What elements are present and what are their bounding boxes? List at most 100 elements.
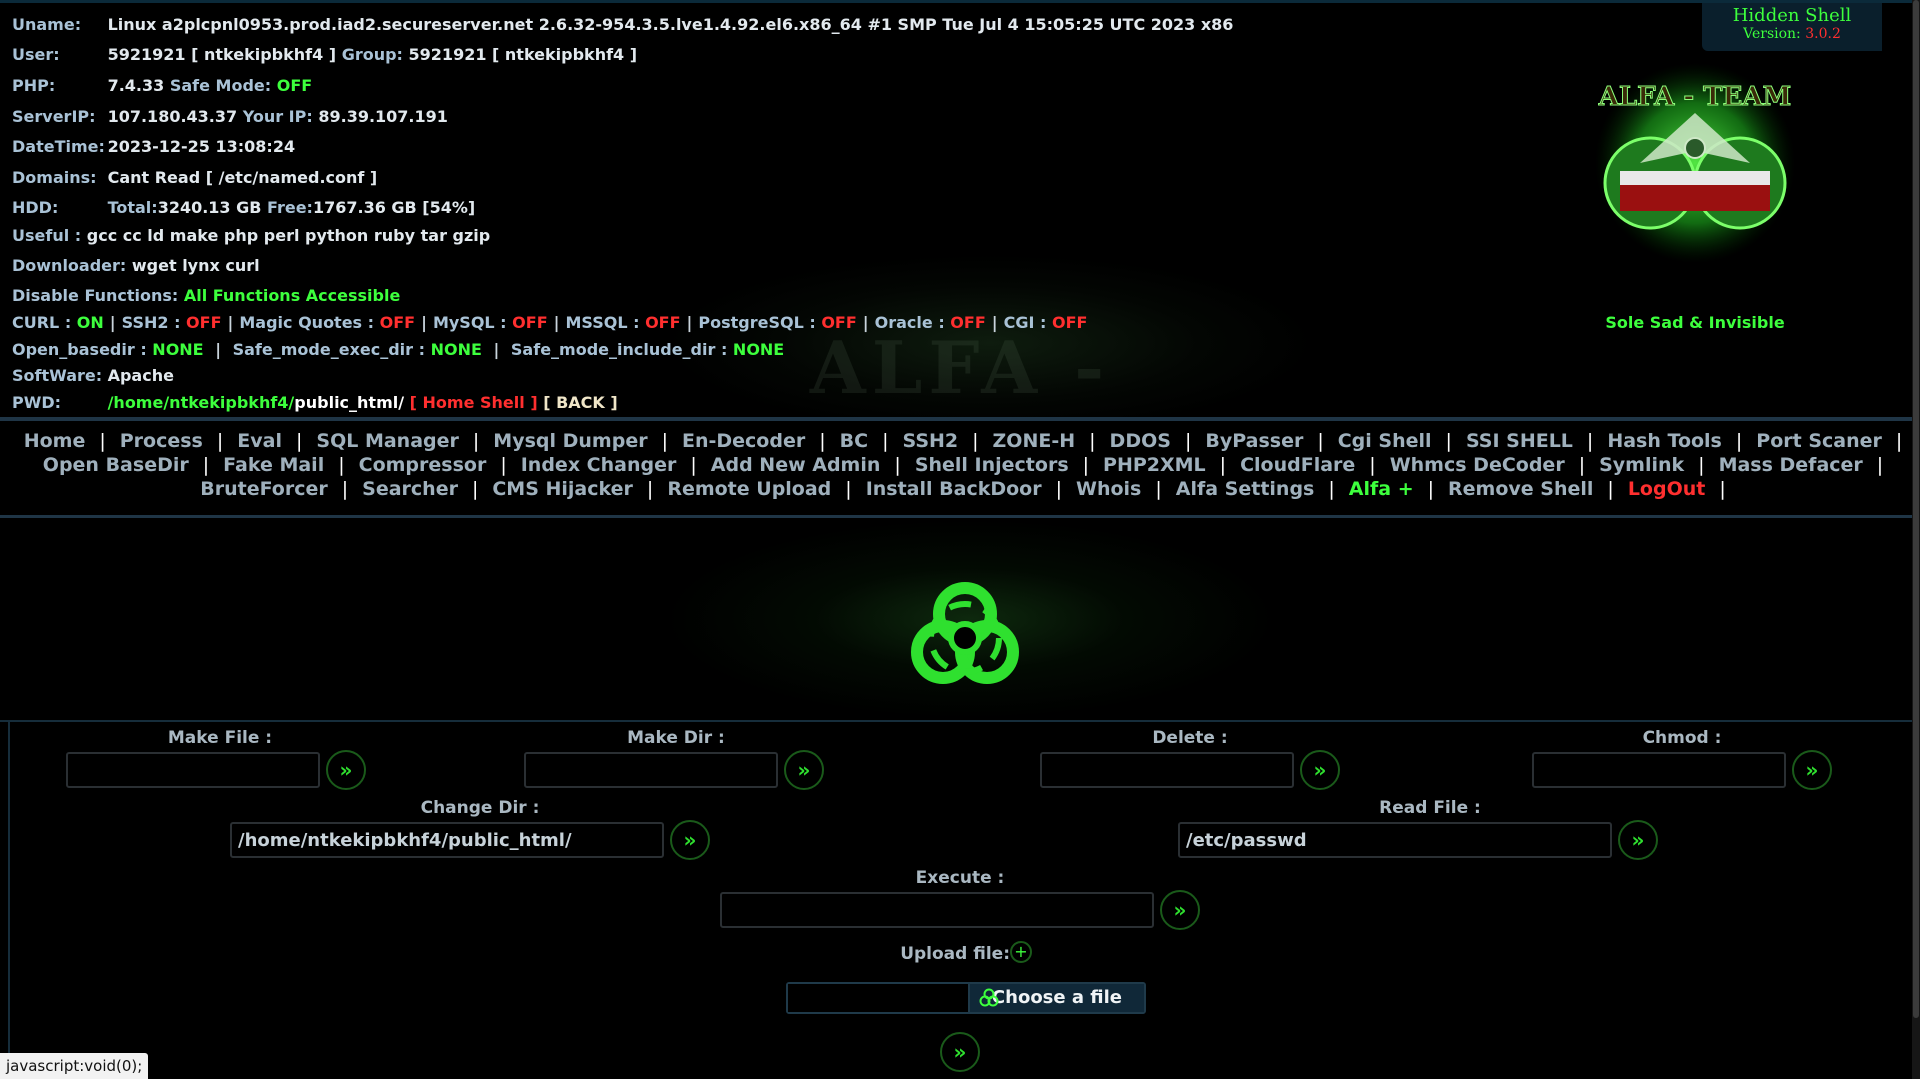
menu-item-sql-manager[interactable]: SQL Manager (302, 430, 473, 452)
version-box: Hidden Shell Version: 3.0.2 (1702, 3, 1882, 51)
flag-name: PostgreSQL (698, 313, 804, 332)
menu-item-cloudflare[interactable]: CloudFlare (1226, 454, 1369, 476)
yourip-value: 89.39.107.191 (318, 107, 448, 126)
execute-label: Execute : (915, 868, 1005, 888)
file-path-field[interactable] (788, 984, 970, 1012)
menu-item-process[interactable]: Process (106, 430, 217, 452)
back-link[interactable]: [ BACK ] (543, 393, 617, 412)
shell-page: ALFA - TEAM Uname: Linux a2plcpnl0953.pr… (0, 0, 1920, 1079)
menu-item-open-basedir[interactable]: Open BaseDir (29, 454, 203, 476)
group-value: 5921921 [ ntkekipbkhf4 ] (408, 45, 638, 64)
upload-go-button[interactable]: » (940, 1032, 980, 1072)
make-file-input[interactable] (66, 752, 320, 788)
menu-item-shell-injectors[interactable]: Shell Injectors (901, 454, 1083, 476)
menu-item-mysql-dumper[interactable]: Mysql Dumper (479, 430, 661, 452)
menu-item-install-backdoor[interactable]: Install BackDoor (852, 478, 1056, 500)
menu-item-ssi-shell[interactable]: SSI SHELL (1452, 430, 1587, 452)
chmod-go-button[interactable]: » (1792, 750, 1832, 790)
flag-value: OFF (645, 313, 681, 332)
user-label: User: (12, 45, 60, 64)
menu-item-symlink[interactable]: Symlink (1585, 454, 1698, 476)
menu-item-whois[interactable]: Whois (1062, 478, 1155, 500)
file-chooser[interactable]: Choose a file (786, 982, 1146, 1014)
version-line: Version: 3.0.2 (1702, 26, 1882, 42)
domains-row: Domains: Cant Read [ /etc/named.conf ] (12, 168, 377, 187)
menu-item-whmcs-decoder[interactable]: Whmcs DeCoder (1376, 454, 1579, 476)
home-shell-link[interactable]: [ Home Shell ] (410, 393, 538, 412)
tools-panel: Make File : » Make Dir : » Delete : » Ch… (8, 722, 1914, 1079)
flag-value: OFF (186, 313, 222, 332)
pwd-path-link[interactable]: /home/ntkekipbkhf4/ (108, 393, 295, 412)
add-upload-button[interactable]: + (1010, 941, 1032, 963)
logo-red-band (1620, 185, 1770, 211)
make-dir-go-button[interactable]: » (784, 750, 824, 790)
menu-item-bypasser[interactable]: ByPasser (1191, 430, 1317, 452)
main-menu: Home | Process | Eval | SQL Manager | Mysql Dump… (0, 417, 1912, 519)
menu-item-port-scaner[interactable]: Port Scaner (1742, 430, 1896, 452)
change-dir-go-button[interactable]: » (670, 820, 710, 860)
delete-go-button[interactable]: » (1300, 750, 1340, 790)
menu-item-mass-defacer[interactable]: Mass Defacer (1705, 454, 1877, 476)
basedir-row: Open_basedir : NONE | Safe_mode_exec_dir… (12, 340, 785, 359)
menu-item-hash-tools[interactable]: Hash Tools (1593, 430, 1736, 452)
menu-item-compressor[interactable]: Compressor (345, 454, 501, 476)
datetime-value: 2023-12-25 13:08:24 (107, 137, 296, 156)
pwd-current-dir[interactable]: public_html/ (294, 393, 404, 412)
menu-item-remote-upload[interactable]: Remote Upload (653, 478, 845, 500)
choose-file-label: Choose a file (991, 987, 1122, 1008)
chmod-input[interactable] (1532, 752, 1786, 788)
version-value: 3.0.2 (1805, 26, 1841, 42)
execute-input[interactable] (720, 892, 1154, 928)
menu-item-cgi-shell[interactable]: Cgi Shell (1324, 430, 1446, 452)
hdd-total-label: Total: (107, 198, 158, 217)
menu-item-remove-shell[interactable]: Remove Shell (1434, 478, 1607, 500)
extension-flags-row: CURL : ON | SSH2 : OFF | Magic Quotes : OFF |… (12, 313, 1088, 332)
menu-item-ssh2[interactable]: SSH2 (888, 430, 972, 452)
hdd-free-value: 1767.36 GB [54%] (312, 198, 476, 217)
hdd-free-label: Free: (267, 198, 313, 217)
change-dir-input[interactable] (230, 822, 664, 858)
flag-name: MSSQL (565, 313, 628, 332)
menu-item-zone-h[interactable]: ZONE-H (979, 430, 1090, 452)
menu-item-eval[interactable]: Eval (223, 430, 296, 452)
vertical-scrollbar[interactable] (1912, 0, 1920, 1079)
menu-item-alfa-settings[interactable]: Alfa Settings (1162, 478, 1329, 500)
software-label: SoftWare: (12, 366, 103, 385)
menu-item-logout[interactable]: LogOut (1614, 478, 1720, 500)
status-bar: javascript:void(0); (0, 1053, 149, 1079)
menu-item-en-decoder[interactable]: En-Decoder (668, 430, 819, 452)
menu-item-searcher[interactable]: Searcher (348, 478, 472, 500)
exec-dir-value: NONE (430, 340, 482, 359)
menu-separator: | (1317, 430, 1324, 452)
execute-go-button[interactable]: » (1160, 890, 1200, 930)
menu-item-ddos[interactable]: DDOS (1096, 430, 1185, 452)
downloader-value: wget lynx curl (131, 256, 260, 275)
choose-file-button[interactable]: Choose a file (970, 984, 1144, 1012)
delete-input[interactable] (1040, 752, 1294, 788)
menu-separator: | (1089, 430, 1096, 452)
menu-item-bc[interactable]: BC (826, 430, 882, 452)
read-file-input[interactable] (1178, 822, 1612, 858)
menu-item-fake-mail[interactable]: Fake Mail (209, 454, 338, 476)
datetime-row: DateTime: 2023-12-25 13:08:24 (12, 137, 295, 156)
menu-item-alfa[interactable]: Alfa + (1335, 478, 1428, 500)
safe-mode-value: OFF (276, 76, 313, 95)
menu-separator: | (972, 430, 979, 452)
useful-label: Useful : (12, 226, 82, 245)
flag-value: OFF (950, 313, 986, 332)
software-value: Apache (107, 366, 174, 385)
make-file-go-button[interactable]: » (326, 750, 366, 790)
menu-item-home[interactable]: Home (10, 430, 100, 452)
menu-item-bruteforcer[interactable]: BruteForcer (186, 478, 342, 500)
menu-item-php2xml[interactable]: PHP2XML (1089, 454, 1220, 476)
menu-item-index-changer[interactable]: Index Changer (507, 454, 691, 476)
php-version: 7.4.33 (107, 76, 165, 95)
menu-item-cms-hijacker[interactable]: CMS Hijacker (478, 478, 647, 500)
menu-item-add-new-admin[interactable]: Add New Admin (697, 454, 895, 476)
scrollbar-thumb[interactable] (1913, 0, 1919, 1018)
biohazard-small-icon (979, 988, 999, 1007)
disable-functions-row: Disable Functions: All Functions Accessi… (12, 286, 400, 305)
menu-separator: | (1328, 478, 1335, 500)
make-dir-input[interactable] (524, 752, 778, 788)
read-file-go-button[interactable]: » (1618, 820, 1658, 860)
